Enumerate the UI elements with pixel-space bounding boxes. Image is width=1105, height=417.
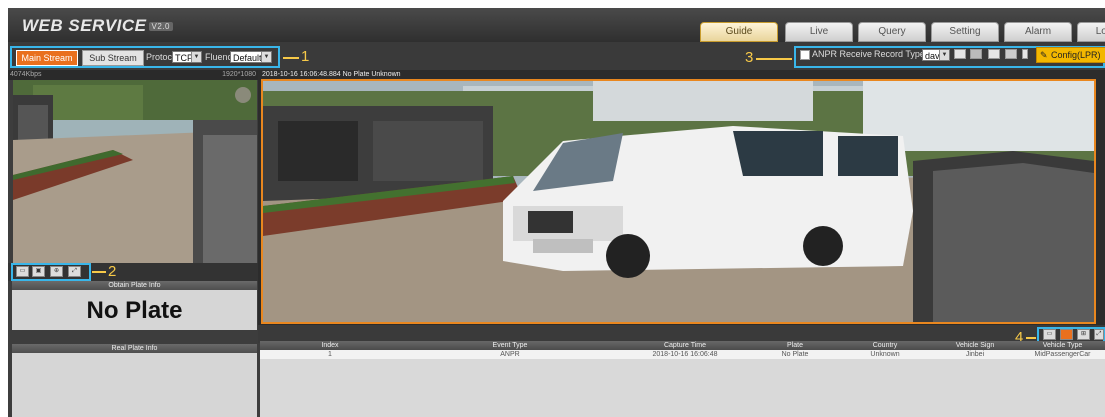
window-fit-icon[interactable]: ▭ [1043, 329, 1056, 340]
record-type-select[interactable]: dav ▼ [922, 49, 950, 61]
cell-capture-time: 2018-10-16 16:06:48 [652, 351, 718, 358]
tab-alarm[interactable]: Alarm [1004, 22, 1072, 42]
anpr-receive-checkbox[interactable] [800, 50, 810, 60]
record-type-label: Record Type [874, 49, 925, 59]
app-logo: WEB SERVICE V2.0 [22, 16, 173, 36]
real-plate-panel [12, 353, 257, 417]
obtain-plate-header: Obtain Plate Info [12, 281, 257, 290]
capture-record-table: Index Event Type Capture Time Plate Coun… [260, 341, 1105, 417]
table-header: Index Event Type Capture Time Plate Coun… [260, 341, 1105, 350]
plate-number-display: No Plate [12, 290, 257, 330]
table-row[interactable]: 1 ANPR 2018-10-16 16:06:48 No Plate Unkn… [260, 350, 1105, 359]
col-country: Country [872, 342, 898, 349]
bitrate-text: 4074Kbps [10, 71, 42, 78]
thumbnail-controls: ▭ ▣ ⊕ ⤢ 2 [8, 263, 258, 281]
main-stream-button[interactable]: Main Stream [16, 50, 78, 66]
right-toolbar: ANPR Receive Record Type dav ▼ ✎ Config(LP… [800, 47, 1105, 63]
stream-info-bar: 4074Kbps 1920*1080 [8, 70, 258, 80]
capture-icon[interactable] [988, 49, 1000, 59]
window-original-icon[interactable] [1060, 329, 1073, 340]
wrench-icon: ✎ [1040, 50, 1048, 60]
video-icon[interactable] [1005, 49, 1017, 59]
tab-setting[interactable]: Setting [931, 22, 999, 42]
col-plate: Plate [787, 342, 803, 349]
web-service-app: WEB SERVICE V2.0 Guide Live Query Setting… [8, 8, 1105, 417]
live-video-frame[interactable] [261, 79, 1096, 324]
cell-country: Unknown [870, 351, 900, 358]
cell-index: 1 [328, 351, 332, 358]
video-osd-text: 2018-10-16 16:06:48.884 No Plate Unknown [262, 71, 401, 78]
zoom-icon[interactable]: ⊕ [50, 266, 63, 277]
real-plate-header: Real Plate Info [12, 344, 257, 353]
chevron-down-icon: ▼ [939, 50, 949, 60]
stream-toolbar: Main Stream Sub Stream Protocol TCP ▼ Flu… [8, 42, 1105, 70]
fluency-select[interactable]: Default ▼ [230, 51, 272, 63]
tab-logout[interactable]: Logout [1077, 22, 1105, 42]
anpr-receive-label: ANPR Receive [812, 49, 873, 59]
microphone-icon[interactable] [1022, 49, 1028, 59]
callout-number-1: 1 [301, 48, 310, 65]
fullscreen-icon[interactable]: ⤢ [68, 266, 81, 277]
cell-event-type: ANPR [500, 351, 520, 358]
resolution-text: 1920*1080 [222, 71, 256, 78]
tab-live[interactable]: Live [785, 22, 853, 42]
video-scene [263, 81, 1094, 322]
cell-plate: No Plate [781, 351, 809, 358]
config-lpr-button[interactable]: ✎ Config(LPR) [1036, 47, 1105, 63]
col-capture-time: Capture Time [663, 342, 707, 349]
thumbnail-scene [13, 80, 257, 263]
chevron-down-icon: ▼ [191, 52, 201, 62]
fit-window-icon[interactable]: ▭ [16, 266, 29, 277]
window-zoom-icon[interactable]: ⊞ [1077, 329, 1090, 340]
cell-vehicle-type: MidPassengerCar [1034, 351, 1091, 358]
col-index: Index [321, 342, 339, 349]
chevron-down-icon: ▼ [261, 52, 271, 62]
tab-query[interactable]: Query [858, 22, 926, 42]
callout-line-1 [283, 57, 299, 59]
window-fullscreen-icon[interactable]: ⤢ [1094, 329, 1104, 340]
col-vehicle-sign: Vehicle Sign [955, 342, 995, 349]
callout-line-4 [1026, 337, 1036, 339]
sub-stream-button[interactable]: Sub Stream [82, 50, 144, 66]
callout-number-3: 3 [745, 49, 754, 66]
callout-line-3 [756, 58, 792, 60]
local-record-icon[interactable] [954, 49, 966, 59]
tab-guide[interactable]: Guide [700, 22, 778, 42]
plate-camera-thumbnail[interactable] [13, 80, 257, 263]
col-event-type: Event Type [492, 342, 528, 349]
cell-vehicle-sign: Jinbei [965, 351, 985, 358]
header-bar: WEB SERVICE V2.0 Guide Live Query Setting… [8, 8, 1105, 42]
col-vehicle-type: Vehicle Type [1042, 342, 1083, 349]
version-badge: V2.0 [148, 22, 173, 32]
callout-number-2: 2 [108, 263, 117, 280]
snapshot-icon[interactable] [970, 49, 982, 59]
callout-line-2 [92, 271, 106, 273]
top-margin [0, 0, 1105, 8]
live-video-panel: 2018-10-16 16:06:48.884 No Plate Unknown [258, 70, 1105, 325]
original-size-icon[interactable]: ▣ [32, 266, 45, 277]
protocol-select[interactable]: TCP ▼ [172, 51, 202, 63]
